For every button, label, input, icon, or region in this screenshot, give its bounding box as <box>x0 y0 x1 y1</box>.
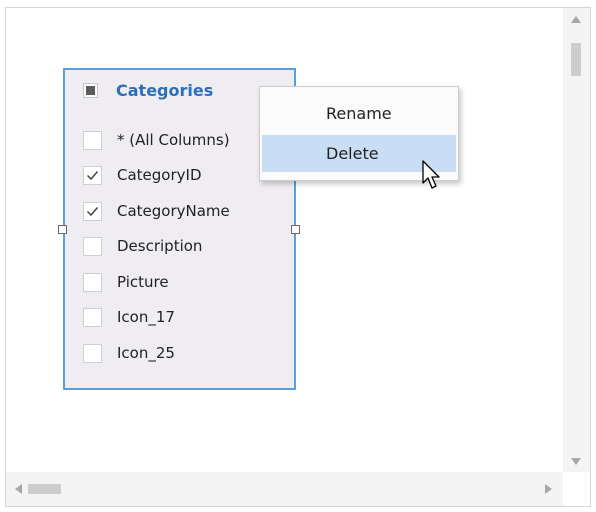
menu-item-rename[interactable]: Rename <box>262 95 456 132</box>
column-checkbox[interactable] <box>83 307 102 327</box>
horizontal-scrollbar[interactable] <box>6 472 563 506</box>
column-row-picture[interactable]: Picture <box>83 269 293 295</box>
column-row-icon-17[interactable]: Icon_17 <box>83 304 293 330</box>
column-checkbox[interactable] <box>83 165 102 185</box>
resize-handle-left[interactable] <box>58 225 67 234</box>
column-label: Description <box>117 237 203 255</box>
vertical-scrollbar[interactable] <box>563 8 590 472</box>
mouse-pointer-icon <box>422 160 440 189</box>
indeterminate-square-icon <box>86 85 95 95</box>
checkmark-icon <box>86 206 99 216</box>
column-label: Icon_25 <box>117 344 175 362</box>
horizontal-scroll-thumb[interactable] <box>28 484 61 494</box>
column-label: CategoryName <box>117 202 230 220</box>
table-title: Categories <box>116 80 214 100</box>
scroll-up-arrow-icon[interactable] <box>571 16 581 23</box>
column-row-categoryname[interactable]: CategoryName <box>83 198 293 224</box>
column-checkbox[interactable] <box>83 272 102 292</box>
checkmark-icon <box>86 170 99 180</box>
scroll-down-arrow-icon[interactable] <box>571 458 581 465</box>
column-label: * (All Columns) <box>117 131 230 149</box>
column-row-description[interactable]: Description <box>83 233 293 259</box>
column-checkbox[interactable] <box>83 201 102 221</box>
resize-handle-right[interactable] <box>291 225 300 234</box>
column-checkbox[interactable] <box>83 236 102 256</box>
vertical-scroll-thumb[interactable] <box>571 43 581 76</box>
scroll-left-arrow-icon[interactable] <box>15 484 22 494</box>
column-label: Picture <box>117 273 169 291</box>
scroll-right-arrow-icon[interactable] <box>545 484 552 494</box>
column-checkbox[interactable] <box>83 130 102 150</box>
column-row-icon-25[interactable]: Icon_25 <box>83 340 293 366</box>
column-label: CategoryID <box>117 166 202 184</box>
table-header: Categories <box>83 78 213 102</box>
column-label: Icon_17 <box>117 308 175 326</box>
table-select-all-checkbox[interactable] <box>83 82 98 98</box>
column-checkbox[interactable] <box>83 343 102 363</box>
